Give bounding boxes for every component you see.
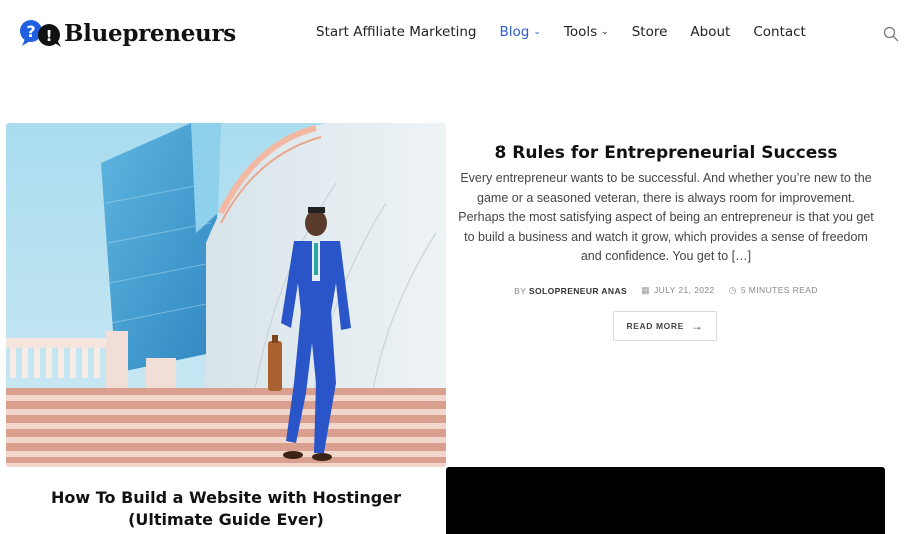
post-author: BY SOLOPRENEUR ANAS xyxy=(514,286,627,296)
nav-label: Start Affiliate Marketing xyxy=(316,24,477,40)
main-nav: Start Affiliate Marketing Blog ⌄ Tools ⌄… xyxy=(316,24,829,40)
nav-item-tools[interactable]: Tools ⌄ xyxy=(564,24,609,40)
nav-label: About xyxy=(690,24,731,40)
post-date: ▦ JULY 21, 2022 xyxy=(641,285,715,296)
nav-item-about[interactable]: About xyxy=(690,24,730,40)
nav-label: Blog xyxy=(499,24,530,40)
clock-icon: ◷ xyxy=(728,285,737,295)
logo-icon: ? ! xyxy=(20,20,61,47)
featured-post-excerpt: Every entrepreneur wants to be successfu… xyxy=(458,171,874,264)
svg-text:!: ! xyxy=(46,27,53,45)
site-name: Bluepreneurs xyxy=(64,19,236,47)
read-more-button[interactable]: READ MORE → xyxy=(613,311,717,341)
author-link[interactable]: SOLOPRENEUR ANAS xyxy=(529,286,627,296)
date-text: JULY 21, 2022 xyxy=(654,285,715,295)
search-icon[interactable] xyxy=(883,26,899,42)
site-header: ? ! Bluepreneurs Start Affiliate Marketi… xyxy=(0,0,910,66)
nav-item-store[interactable]: Store xyxy=(632,24,668,40)
nav-item-blog[interactable]: Blog ⌄ xyxy=(500,24,541,40)
chevron-down-icon: ⌄ xyxy=(533,27,541,37)
site-logo[interactable]: ? ! Bluepreneurs xyxy=(19,18,236,48)
calendar-icon: ▦ xyxy=(641,285,650,295)
featured-post-title[interactable]: 8 Rules for Entrepreneurial Success xyxy=(456,143,876,163)
featured-post-image[interactable] xyxy=(6,123,446,467)
nav-item-contact[interactable]: Contact xyxy=(753,24,806,40)
post-meta: BY SOLOPRENEUR ANAS ▦ JULY 21, 2022 ◷ 5 MI… xyxy=(456,285,876,296)
arrow-right-icon: → xyxy=(690,319,704,333)
post-read-time: ◷ 5 MINUTES READ xyxy=(729,285,818,296)
nav-label: Contact xyxy=(753,24,806,40)
by-prefix: BY xyxy=(514,285,527,296)
second-post-image[interactable] xyxy=(446,467,885,534)
second-post-title[interactable]: How To Build a Website with Hostinger (U… xyxy=(8,487,444,531)
read-more-label: READ MORE xyxy=(626,321,684,331)
chevron-down-icon: ⌄ xyxy=(601,27,609,37)
nav-label: Tools xyxy=(563,24,598,40)
svg-text:?: ? xyxy=(26,22,35,41)
nav-label: Store xyxy=(631,24,668,40)
read-time-text: 5 MINUTES READ xyxy=(740,285,818,295)
nav-item-start-affiliate-marketing[interactable]: Start Affiliate Marketing xyxy=(316,24,477,40)
